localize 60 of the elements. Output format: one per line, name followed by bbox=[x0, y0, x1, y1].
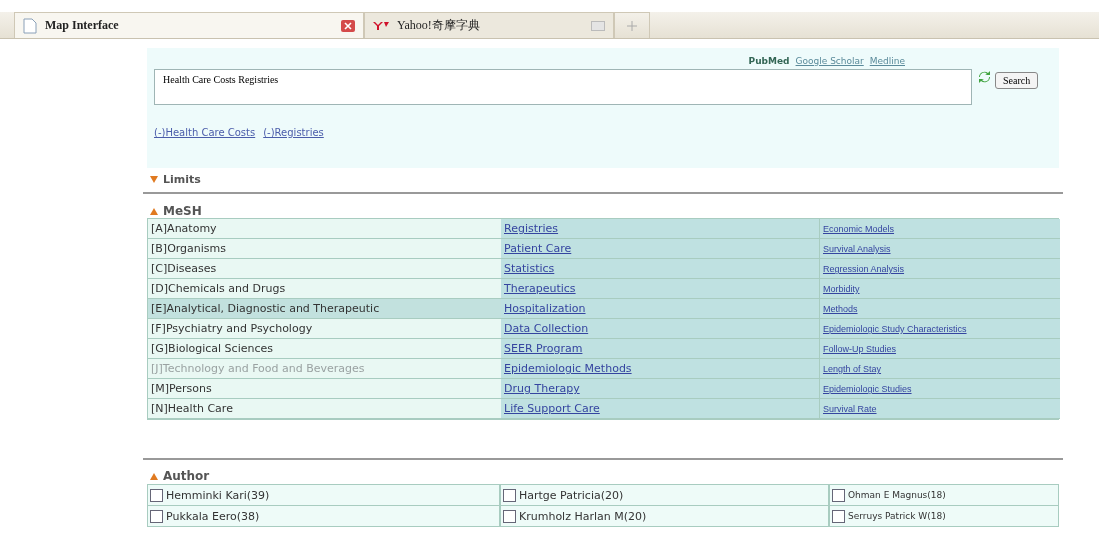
term-link[interactable]: Morbidity bbox=[823, 284, 860, 294]
author-name: Hemminki Kari(39) bbox=[166, 488, 270, 502]
term-link[interactable]: Drug Therapy bbox=[504, 382, 580, 395]
category-item[interactable]: [C]Diseases bbox=[148, 259, 501, 279]
term-link[interactable]: Survival Rate bbox=[823, 404, 877, 414]
term-link[interactable]: Regression Analysis bbox=[823, 264, 905, 274]
category-item[interactable]: [A]Anatomy bbox=[148, 219, 501, 239]
category-item[interactable]: [E]Analytical, Diagnostic and Therapeutic bbox=[148, 299, 501, 319]
source-link[interactable]: PubMed bbox=[748, 56, 790, 66]
term-link[interactable]: Hospitalization bbox=[504, 302, 586, 315]
triangle-icon bbox=[150, 175, 158, 183]
source-link[interactable]: Medline bbox=[869, 56, 905, 66]
triangle-icon bbox=[150, 472, 158, 480]
category-item[interactable]: [G]Biological Sciences bbox=[148, 339, 501, 359]
page-icon bbox=[23, 17, 37, 34]
term-link[interactable]: Epidemiologic Studies bbox=[823, 384, 912, 394]
section-header[interactable]: Author bbox=[147, 468, 1059, 484]
search-field[interactable]: Health Care Costs Registries bbox=[154, 69, 972, 105]
category-item[interactable]: [B]Organisms bbox=[148, 239, 501, 259]
term-link[interactable]: Therapeutics bbox=[504, 282, 576, 295]
term-link[interactable]: Follow-Up Studies bbox=[823, 344, 897, 354]
plus-icon bbox=[627, 20, 637, 31]
author-name: Krumholz Harlan M(20) bbox=[519, 509, 647, 523]
y-logo-icon bbox=[373, 20, 389, 31]
triangle-icon bbox=[150, 207, 158, 215]
term-link[interactable]: Registries bbox=[504, 222, 559, 235]
term-link[interactable]: Statistics bbox=[504, 262, 555, 275]
term-link[interactable]: Life Support Care bbox=[504, 402, 600, 415]
refresh-icon[interactable] bbox=[978, 71, 991, 83]
section-header[interactable]: MeSH bbox=[147, 204, 1059, 218]
search-button[interactable]: Search bbox=[995, 72, 1039, 89]
term-link[interactable]: Economic Models bbox=[823, 224, 895, 234]
term-link[interactable]: Patient Care bbox=[504, 242, 572, 255]
checkbox[interactable] bbox=[832, 488, 845, 502]
term-link[interactable]: SEER Program bbox=[504, 342, 583, 355]
author-name: Pukkala Eero(38) bbox=[166, 509, 260, 523]
source-link[interactable]: Google Scholar bbox=[795, 56, 864, 66]
section-header[interactable]: Limits bbox=[147, 168, 1059, 190]
author-name: Ohman E Magnus(18) bbox=[848, 490, 946, 500]
category-item[interactable]: [M]Persons bbox=[148, 379, 501, 399]
checkbox[interactable] bbox=[503, 488, 516, 502]
close-icon[interactable] bbox=[341, 19, 355, 32]
author-name: Serruys Patrick W(18) bbox=[848, 511, 946, 521]
remove-term-link[interactable]: (-)Health Care Costs bbox=[154, 127, 256, 138]
remove-term-link[interactable]: (-)Registries bbox=[263, 127, 324, 138]
category-item[interactable]: [F]Psychiatry and Psychology bbox=[148, 319, 501, 339]
checkbox[interactable] bbox=[832, 509, 845, 523]
category-item[interactable]: [N]Health Care bbox=[148, 399, 501, 419]
checkbox[interactable] bbox=[503, 509, 516, 523]
category-item[interactable]: [D]Chemicals and Drugs bbox=[148, 279, 501, 299]
term-link[interactable]: Data Collection bbox=[504, 322, 589, 335]
checkbox[interactable] bbox=[150, 509, 163, 523]
category-item: [J]Technology and Food and Beverages bbox=[148, 359, 501, 379]
term-link[interactable]: Methods bbox=[823, 304, 858, 314]
checkbox[interactable] bbox=[150, 488, 163, 502]
browser-tab[interactable]: Yahoo!奇摩字典 bbox=[364, 12, 614, 38]
browser-tab[interactable]: Map Interface bbox=[14, 12, 364, 38]
term-link[interactable]: Survival Analysis bbox=[823, 244, 891, 254]
term-link[interactable]: Length of Stay bbox=[823, 364, 882, 374]
author-name: Hartge Patricia(20) bbox=[519, 488, 624, 502]
